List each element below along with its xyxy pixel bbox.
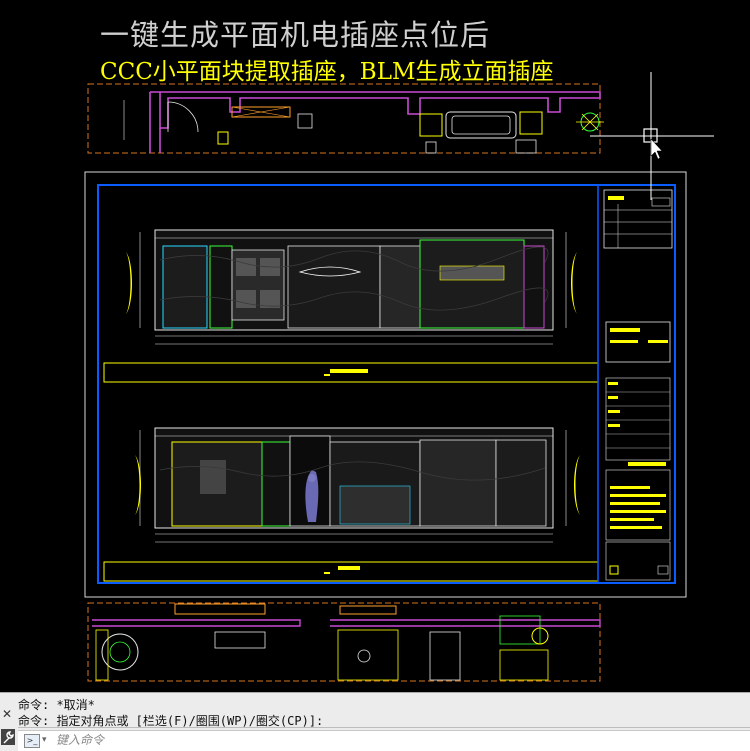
chevron-down-icon[interactable]: ▾ xyxy=(42,735,47,745)
command-history-line-1: 命令: *取消* xyxy=(18,698,95,712)
wrench-icon[interactable] xyxy=(1,729,15,745)
command-prompt-icon[interactable]: >_ xyxy=(24,734,40,748)
annotation-title: 一键生成平面机电插座点位后 xyxy=(100,18,491,52)
command-input[interactable] xyxy=(56,732,736,748)
cad-drawing-canvas[interactable] xyxy=(0,0,750,692)
annotation-subtitle: CCC小平面块提取插座，BLM生成立面插座 xyxy=(100,59,554,85)
close-icon[interactable]: ✕ xyxy=(2,708,14,720)
command-input-bar[interactable]: >_ ▾ xyxy=(18,730,750,751)
elevation-lower[interactable] xyxy=(135,427,580,543)
command-separator xyxy=(18,727,750,728)
elevation-upper[interactable] xyxy=(126,229,577,345)
